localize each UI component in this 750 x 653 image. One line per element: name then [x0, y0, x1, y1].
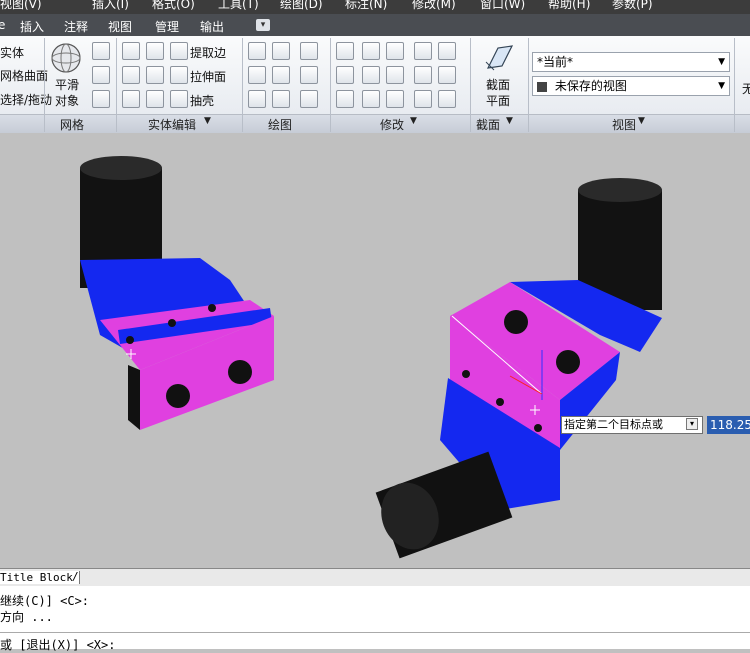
mesh-tool-1-icon[interactable]	[92, 42, 110, 60]
panel-title-modify[interactable]: 修改	[380, 116, 404, 133]
ribbon-tab-bar: e 插入 注释 视图 管理 输出 ▾	[0, 14, 750, 36]
move-icon[interactable]	[386, 42, 404, 60]
command-line-1: 继续(C)] <C>:	[0, 594, 90, 608]
3d-model-canvas[interactable]	[0, 140, 750, 568]
smooth-object-label-2: 对象	[55, 94, 80, 108]
panel-title-section[interactable]: 截面	[476, 116, 500, 133]
menu-item-format[interactable]: 格式(O)	[152, 0, 195, 10]
panel-title-draw[interactable]: 绘图	[268, 116, 292, 133]
smooth-object-label-1: 平滑	[55, 78, 80, 92]
layout-tab-title-block[interactable]: Title Block	[0, 571, 80, 584]
modify-tool-2-icon[interactable]	[362, 42, 380, 60]
spline-icon[interactable]	[248, 66, 266, 84]
modify-tool-10-icon[interactable]	[438, 66, 456, 84]
modify-tool-11-icon[interactable]	[336, 90, 354, 108]
right-bracket-part	[375, 178, 662, 559]
tab-edge[interactable]: e	[0, 18, 5, 32]
rotate-icon[interactable]	[386, 66, 404, 84]
solid-tool-b-icon[interactable]	[146, 66, 164, 84]
saved-view-value: 未保存的视图	[554, 79, 627, 93]
mesh-tool-3-icon[interactable]	[92, 90, 110, 108]
chevron-down-icon: ▼	[718, 81, 725, 91]
chevron-down-icon: ▼	[718, 57, 725, 67]
extrude-faces-icon[interactable]	[170, 66, 188, 84]
union-icon[interactable]	[122, 42, 140, 60]
modify-tool-5-icon[interactable]	[438, 42, 456, 60]
left-bracket-part	[80, 156, 274, 430]
menu-item-help[interactable]: 帮助(H)	[548, 0, 590, 10]
tab-annotate[interactable]: 注释	[64, 18, 88, 35]
smooth-object-icon[interactable]	[50, 42, 82, 74]
right-edge-label: 无	[742, 82, 750, 96]
solid-tool-c-icon[interactable]	[146, 90, 164, 108]
layout-tabs: Title Block /	[0, 568, 750, 587]
solid-edit-dropdown-arrow[interactable]: ▼	[204, 116, 211, 126]
menu-item-window[interactable]: 窗口(W)	[480, 0, 525, 10]
menu-item-view[interactable]: 视图(V)	[0, 0, 42, 10]
dynamic-input-value[interactable]: 118.25	[707, 416, 750, 434]
solid-tool-a-icon[interactable]	[146, 42, 164, 60]
modify-tool-6-icon[interactable]	[336, 66, 354, 84]
view-panel-dropdown-arrow[interactable]: ▼	[638, 116, 645, 126]
menu-item-modify[interactable]: 修改(M)	[412, 0, 456, 10]
section-panel-dropdown-arrow[interactable]: ▼	[506, 116, 513, 126]
left-item-solid[interactable]: 实体	[0, 44, 24, 61]
modify-tool-9-icon[interactable]	[414, 66, 432, 84]
shell-icon[interactable]	[170, 90, 188, 108]
command-window[interactable]: 继续(C)] <C>: 方向 ... 或 [退出(X)] <X>:	[0, 586, 750, 652]
menu-item-draw[interactable]: 绘图(D)	[280, 0, 323, 10]
ellipse-icon[interactable]	[300, 90, 318, 108]
command-divider	[0, 632, 750, 633]
saved-view-dropdown[interactable]: 未保存的视图 ▼	[532, 76, 730, 96]
left-item-mesh-surface[interactable]: 网格曲面	[0, 67, 48, 84]
modify-dropdown-arrow[interactable]: ▼	[410, 116, 417, 126]
view-icon	[537, 81, 547, 92]
menu-item-dimension[interactable]: 标注(N)	[345, 0, 387, 10]
panel-title-view[interactable]: 视图	[612, 116, 636, 133]
drawing-viewport[interactable]	[0, 140, 750, 568]
intersect-icon[interactable]	[122, 90, 140, 108]
section-plane-label-2: 平面	[486, 94, 511, 108]
modify-tool-1-icon[interactable]	[336, 42, 354, 60]
menu-item-insert[interactable]: 插入(I)	[92, 0, 129, 10]
section-plane-icon[interactable]	[482, 40, 516, 74]
command-line-3: 或 [退出(X)] <X>:	[0, 638, 116, 652]
view-current-dropdown[interactable]: *当前* ▼	[532, 52, 730, 72]
section-plane-label-1: 截面	[486, 78, 511, 92]
menu-item-params[interactable]: 参数(P)	[612, 0, 653, 10]
helix-icon[interactable]	[272, 42, 290, 60]
subtract-icon[interactable]	[122, 66, 140, 84]
dynamic-input-prompt: 指定第二个目标点或	[561, 416, 703, 434]
polyline-icon[interactable]	[248, 42, 266, 60]
modify-tool-4-icon[interactable]	[414, 42, 432, 60]
polygon-icon[interactable]	[248, 90, 266, 108]
panel-title-solid-edit[interactable]: 实体编辑	[148, 116, 196, 133]
command-line-2: 方向 ...	[0, 610, 53, 624]
tab-insert[interactable]: 插入	[20, 18, 44, 35]
rectangle-icon[interactable]	[272, 90, 290, 108]
layout-tab-divider: /	[72, 570, 79, 583]
circle-icon[interactable]	[300, 66, 318, 84]
tab-view[interactable]: 视图	[108, 18, 132, 35]
modify-tool-15-icon[interactable]	[438, 90, 456, 108]
modify-tool-14-icon[interactable]	[414, 90, 432, 108]
prompt-options-button[interactable]: ▾	[686, 418, 698, 430]
extract-edges-icon[interactable]	[170, 42, 188, 60]
modify-tool-13-icon[interactable]	[386, 90, 404, 108]
view-current-value: *当前*	[537, 55, 574, 69]
modify-tool-12-icon[interactable]	[362, 90, 380, 108]
tab-output[interactable]: 输出	[200, 18, 224, 35]
line-icon[interactable]	[272, 66, 290, 84]
extrude-faces-button[interactable]: 拉伸面	[190, 68, 226, 85]
extract-edges-button[interactable]: 提取边	[190, 44, 226, 61]
tab-manage[interactable]: 管理	[155, 18, 179, 35]
shell-button[interactable]: 抽壳	[190, 92, 214, 109]
menu-item-tools[interactable]: 工具(T)	[218, 0, 259, 10]
modify-tool-7-icon[interactable]	[362, 66, 380, 84]
ribbon-minimize-button[interactable]: ▾	[256, 19, 270, 31]
arc-icon[interactable]	[300, 42, 318, 60]
panel-title-mesh[interactable]: 网格	[60, 116, 84, 133]
menu-bar: 视图(V) 插入(I) 格式(O) 工具(T) 绘图(D) 标注(N) 修改(M…	[0, 0, 750, 14]
mesh-tool-2-icon[interactable]	[92, 66, 110, 84]
